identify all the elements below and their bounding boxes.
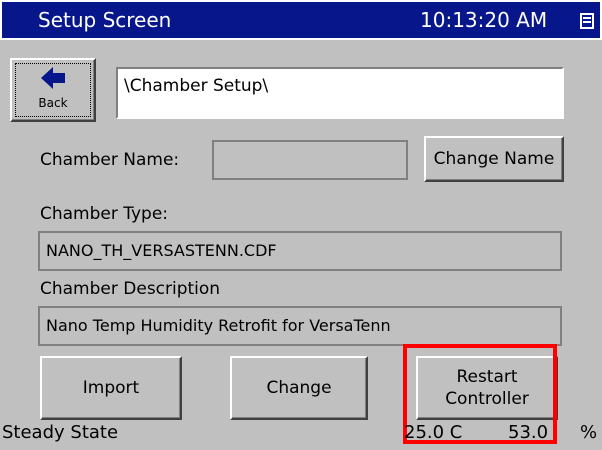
- status-humidity-unit: %: [580, 422, 598, 443]
- back-label: Back: [38, 96, 68, 110]
- restart-label-line2: Controller: [445, 389, 529, 409]
- clock: 10:13:20 AM: [420, 8, 548, 32]
- arrow-left-icon: [41, 67, 65, 89]
- screen-title: Setup Screen: [38, 8, 172, 32]
- chamber-type-field: NANO_TH_VERSASTENN.CDF: [38, 231, 562, 271]
- chamber-type-label: Chamber Type:: [40, 204, 169, 224]
- restart-controller-button[interactable]: Restart Controller: [416, 356, 558, 420]
- chamber-description-label: Chamber Description: [40, 279, 221, 299]
- status-state: Steady State: [2, 422, 119, 443]
- status-humidity: 53.0: [508, 422, 549, 443]
- change-label: Change: [266, 378, 332, 398]
- change-button[interactable]: Change: [230, 356, 368, 420]
- change-name-button[interactable]: Change Name: [424, 136, 564, 182]
- back-button[interactable]: Back: [10, 58, 96, 122]
- status-temperature: 25.0 C: [404, 422, 463, 443]
- change-name-label: Change Name: [433, 149, 555, 169]
- restart-label-line1: Restart: [456, 367, 518, 387]
- chamber-name-field[interactable]: [212, 140, 408, 180]
- import-button[interactable]: Import: [40, 356, 182, 420]
- title-bar: Setup Screen 10:13:20 AM: [0, 0, 602, 40]
- chamber-description-field: Nano Temp Humidity Retrofit for VersaTen…: [38, 306, 562, 346]
- path-field[interactable]: \Chamber Setup\: [116, 67, 564, 119]
- chamber-name-label: Chamber Name:: [40, 150, 180, 170]
- import-label: Import: [82, 378, 140, 398]
- window-tray-icon[interactable]: [580, 13, 594, 29]
